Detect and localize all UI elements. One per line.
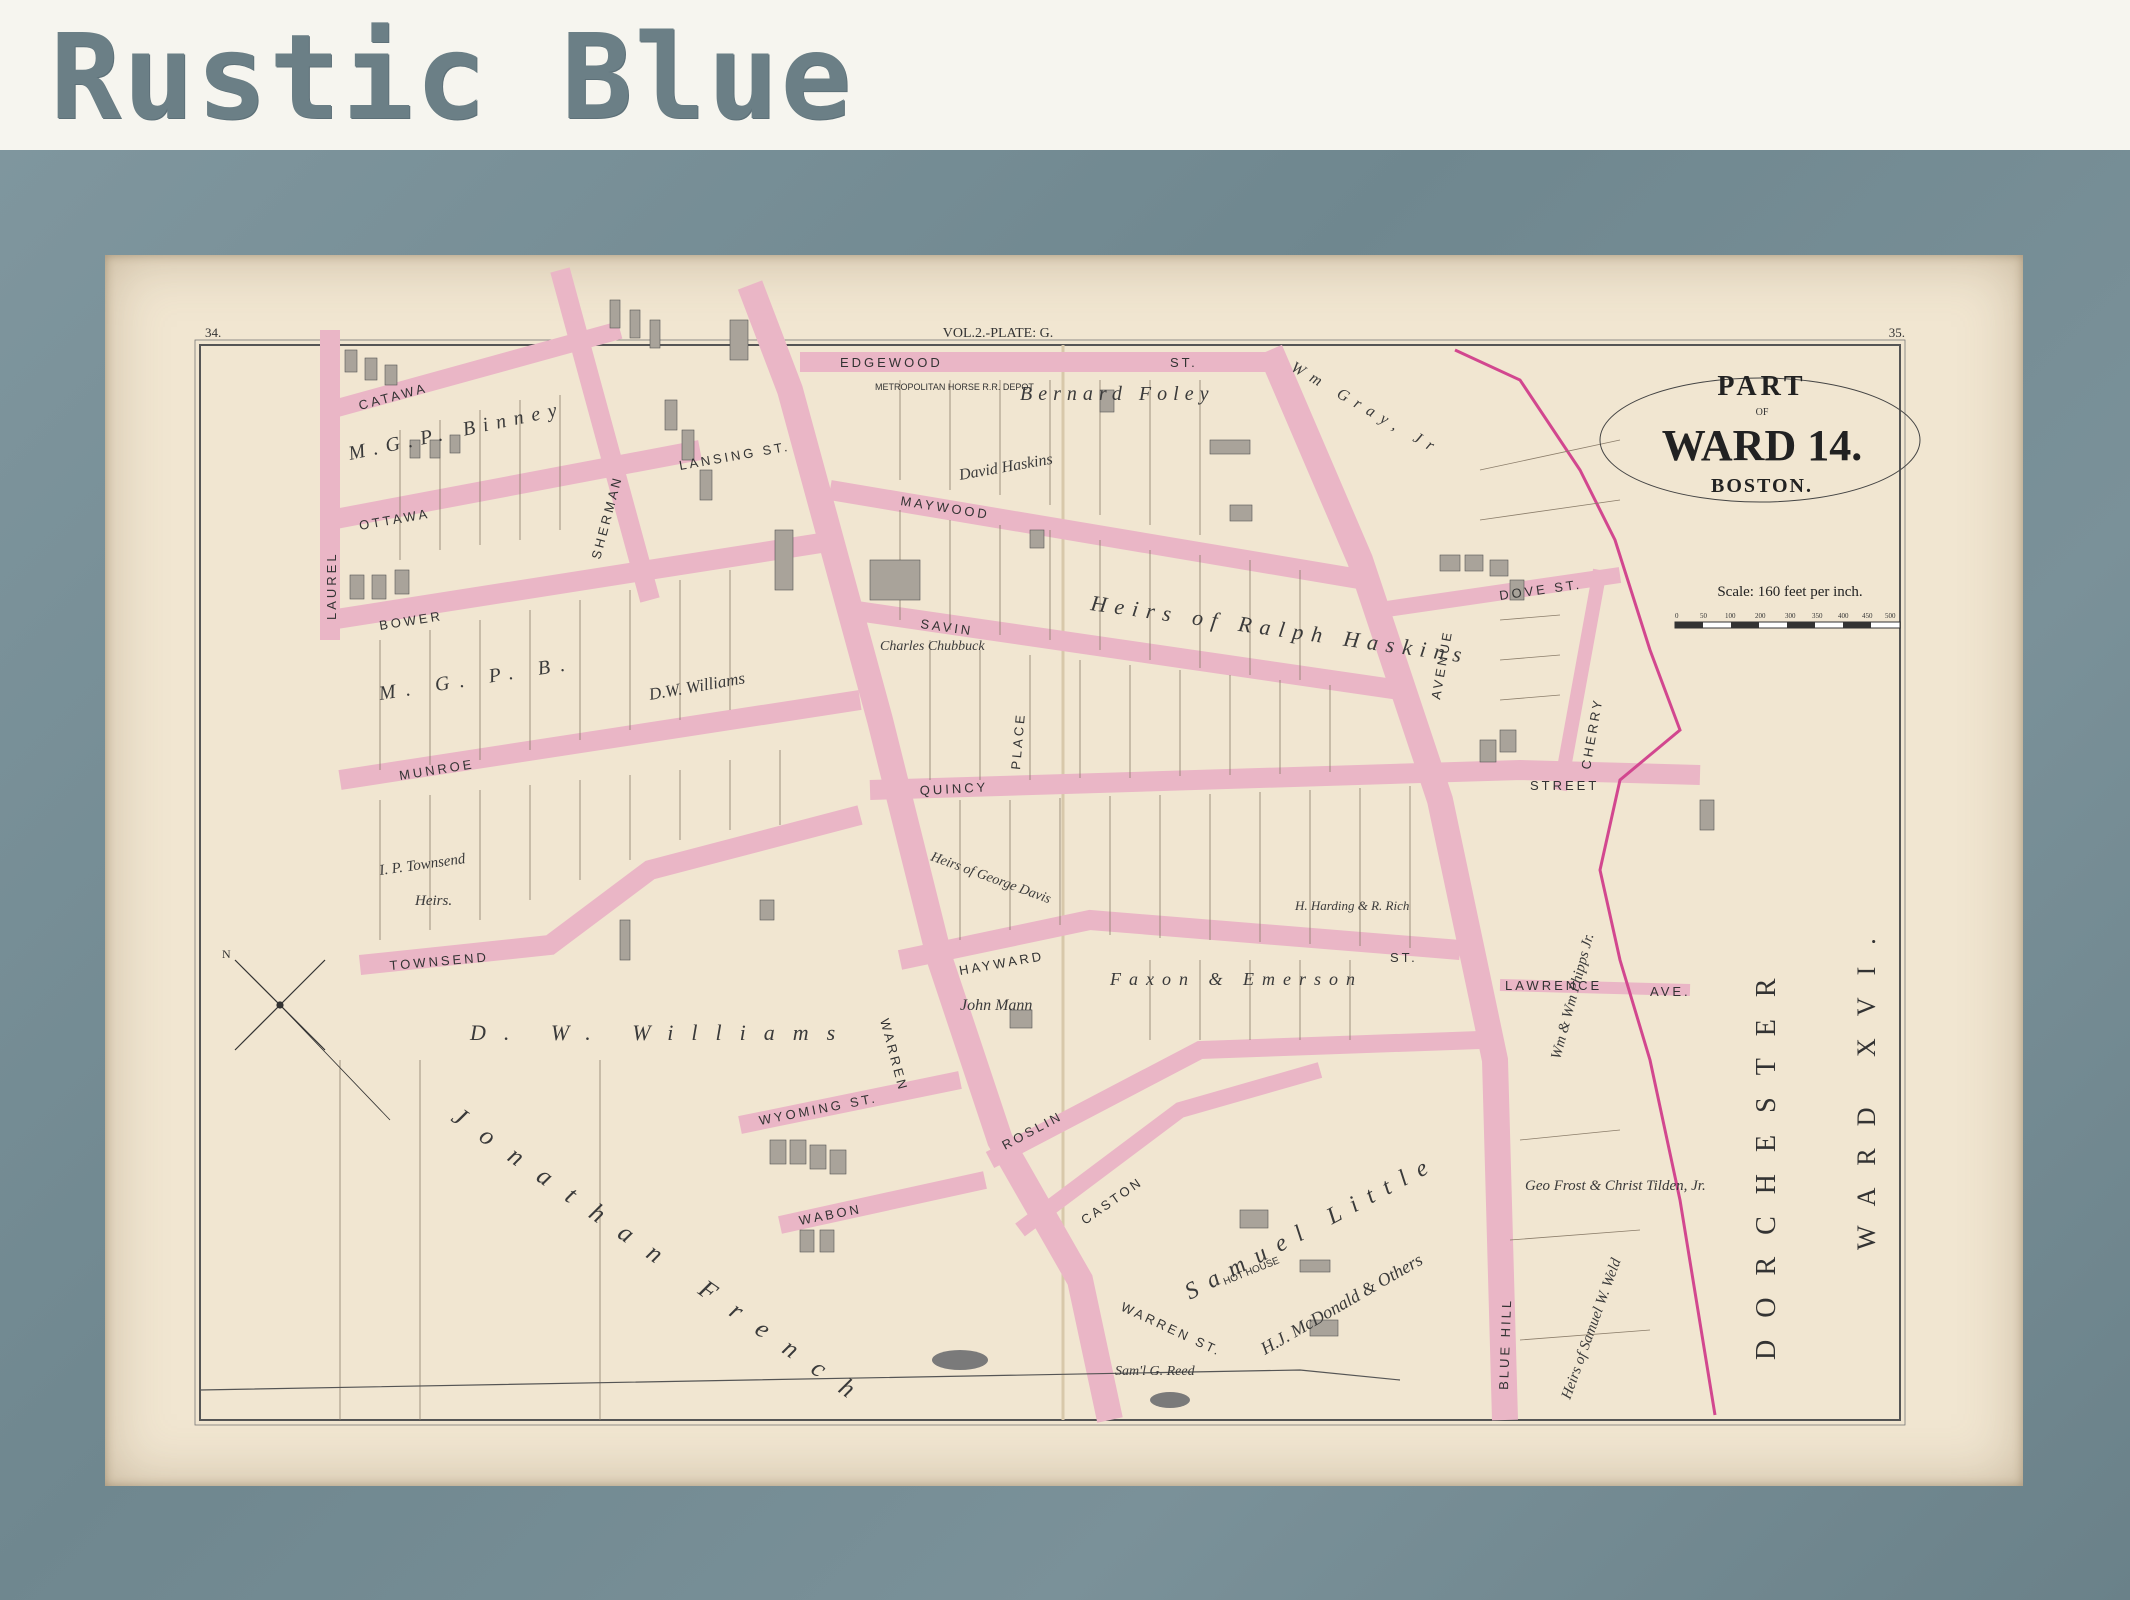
- street-edgewood: EDGEWOOD: [840, 355, 943, 370]
- street-edgewood-st: ST.: [1170, 355, 1198, 370]
- owner-harding-rich: H. Harding & R. Rich: [1294, 898, 1409, 913]
- scale-bar: Scale: 160 feet per inch. 0 50 100 200 3…: [1674, 584, 1901, 629]
- owner-bernard-foley: Bernard Foley: [1020, 383, 1214, 405]
- label-ward-xvi: WARD XVI.: [1852, 916, 1881, 1250]
- street-lawrence: LAWRENCE: [1505, 978, 1602, 993]
- plate-label: VOL.2.-PLATE: G.: [943, 326, 1053, 341]
- brook: [199, 1369, 1401, 1391]
- label-dorchester: DORCHESTER: [1751, 956, 1782, 1360]
- owner-frost-tilden: Geo Frost & Christ Tilden, Jr.: [1525, 1178, 1706, 1194]
- svg-text:350: 350: [1812, 612, 1823, 620]
- map-title: PART OF WARD 14. BOSTON.: [1599, 371, 1921, 503]
- street-warren-st: WARREN ST.: [1119, 1299, 1225, 1359]
- owner-labels: Bernard Foley Heirs of Ralph Haskins Dav…: [345, 359, 1881, 1416]
- street-laurel: LAUREL: [324, 551, 339, 620]
- owner-dw-williams: D.W. Williams: [646, 668, 746, 704]
- pond: [932, 1350, 988, 1370]
- street-street: STREET: [1530, 778, 1599, 793]
- title-part: PART: [1717, 371, 1806, 402]
- svg-text:50: 50: [1700, 612, 1708, 620]
- owner-heirs: Heirs.: [414, 893, 452, 909]
- street-st: ST.: [1390, 950, 1418, 965]
- owner-wm-phipps: Wm & Wm Phipps Jr.: [1548, 932, 1597, 1061]
- ward-map: 34. VOL.2.-PLATE: G. 35. N PART OF WARD …: [194, 267, 1921, 1426]
- owner-charles-chubbuck: Charles Chubbuck: [880, 639, 985, 654]
- scale-label: Scale: 160 feet per inch.: [1717, 584, 1862, 600]
- svg-text:200: 200: [1755, 612, 1766, 620]
- owner-dw-williams-2: D. W. Williams: [469, 1020, 853, 1045]
- streets: [320, 267, 1701, 1423]
- owner-metropolitan-depot: METROPOLITAN HORSE R.R. DEPOT: [875, 382, 1034, 392]
- svg-text:500: 500: [1885, 612, 1896, 620]
- owner-david-haskins: David Haskins: [957, 451, 1054, 484]
- page-number-right: 35.: [1889, 325, 1905, 340]
- street-cherry: CHERRY: [1578, 696, 1605, 770]
- svg-text:100: 100: [1725, 612, 1736, 620]
- svg-text:N: N: [222, 947, 231, 961]
- title-boston: BOSTON.: [1711, 475, 1813, 497]
- pond: [1150, 1392, 1190, 1408]
- owner-ip-townsend: I. P. Townsend: [377, 851, 467, 879]
- owner-faxon-emerson: Faxon & Emerson: [1109, 969, 1363, 989]
- owner-samuel-little: Samuel Little: [1181, 1149, 1443, 1305]
- compass-rose: [234, 959, 391, 1121]
- owner-john-mann: John Mann: [960, 997, 1032, 1014]
- street-warren: WARREN: [877, 1017, 911, 1094]
- street-place: PLACE: [1008, 712, 1028, 771]
- owner-sam-reed: Sam'l G. Reed: [1115, 1364, 1196, 1379]
- svg-text:450: 450: [1862, 612, 1873, 620]
- svg-text:300: 300: [1785, 612, 1796, 620]
- street-ave: AVE.: [1650, 984, 1691, 999]
- street-blue-hill: BLUE HILL: [1496, 1298, 1514, 1391]
- owner-heirs-george-davis: Heirs of George Davis: [928, 849, 1054, 907]
- title-of: OF: [1756, 407, 1769, 418]
- page-number-left: 34.: [205, 325, 221, 340]
- svg-text:400: 400: [1838, 612, 1849, 620]
- svg-text:0: 0: [1675, 612, 1679, 620]
- owner-mgp-b: M. G. P. B.: [376, 652, 576, 705]
- owner-hj-mcdonald: H.J. McDonald & Others: [1256, 1249, 1426, 1359]
- title-ward: WARD 14.: [1662, 421, 1862, 470]
- owner-samuel-weld: Heirs of Samuel W. Weld: [1558, 1256, 1624, 1402]
